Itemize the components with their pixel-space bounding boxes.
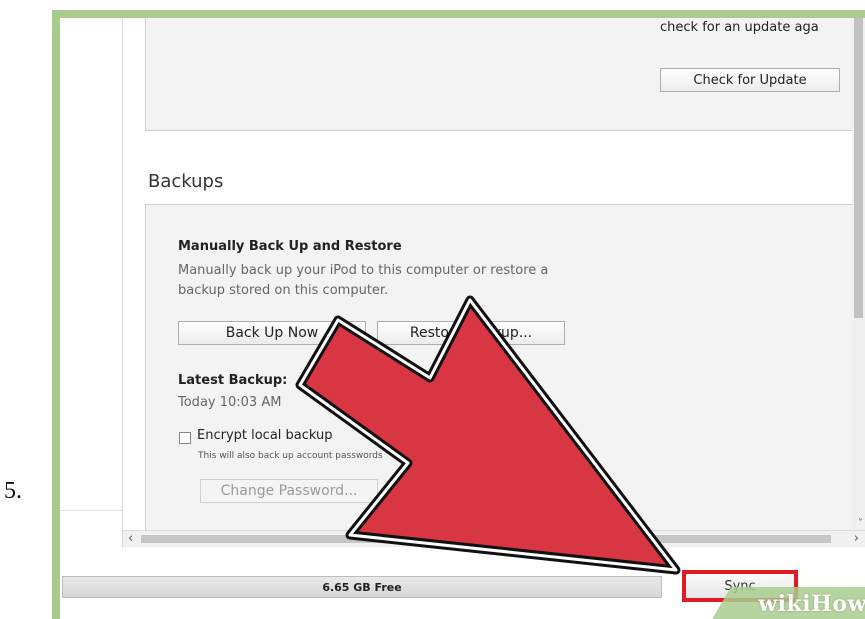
step-number: 5. bbox=[4, 478, 22, 504]
sidebar-divider bbox=[60, 510, 122, 511]
manual-backup-description-2: backup stored on this computer. bbox=[178, 283, 389, 298]
backups-panel: Manually Back Up and Restore Manually ba… bbox=[145, 204, 865, 538]
wikihow-watermark: wikiHow bbox=[671, 581, 865, 619]
scroll-down-arrow-icon[interactable]: ˅ bbox=[858, 518, 863, 529]
horizontal-scroll-thumb[interactable] bbox=[141, 535, 831, 543]
manual-backup-description-1: Manually back up your iPod to this compu… bbox=[178, 263, 549, 278]
update-panel: check for an update aga Check for Update bbox=[145, 18, 865, 131]
vertical-scroll-thumb[interactable] bbox=[854, 18, 863, 318]
watermark-text: wikiHow bbox=[758, 591, 865, 617]
encrypt-backup-label[interactable]: Encrypt local backup bbox=[197, 428, 333, 443]
vertical-scrollbar[interactable]: ˅ bbox=[852, 18, 865, 538]
update-text: check for an update aga bbox=[660, 20, 819, 35]
manual-backup-heading: Manually Back Up and Restore bbox=[178, 239, 402, 254]
restore-backup-button[interactable]: Restore Backup... bbox=[377, 321, 565, 345]
summary-content: check for an update aga Check for Update… bbox=[123, 18, 865, 538]
scroll-right-arrow-icon[interactable]: › bbox=[854, 531, 859, 546]
encrypt-backup-checkbox[interactable] bbox=[179, 432, 191, 444]
encrypt-backup-note: This will also back up account passwords bbox=[198, 451, 383, 461]
itunes-window: check for an update aga Check for Update… bbox=[60, 18, 865, 619]
capacity-bar: 6.65 GB Free bbox=[62, 576, 662, 598]
sidebar bbox=[60, 18, 123, 548]
check-for-update-button[interactable]: Check for Update bbox=[660, 68, 840, 92]
back-up-now-button[interactable]: Back Up Now bbox=[178, 321, 366, 345]
latest-backup-label: Latest Backup: bbox=[178, 373, 288, 388]
scroll-left-arrow-icon[interactable]: ‹ bbox=[128, 531, 133, 546]
backups-section-title: Backups bbox=[148, 171, 224, 192]
latest-backup-value: Today 10:03 AM bbox=[178, 395, 282, 410]
change-password-button[interactable]: Change Password... bbox=[200, 479, 378, 503]
horizontal-scrollbar[interactable]: ‹ › bbox=[123, 530, 865, 547]
capacity-free-label: 6.65 GB Free bbox=[322, 580, 402, 594]
